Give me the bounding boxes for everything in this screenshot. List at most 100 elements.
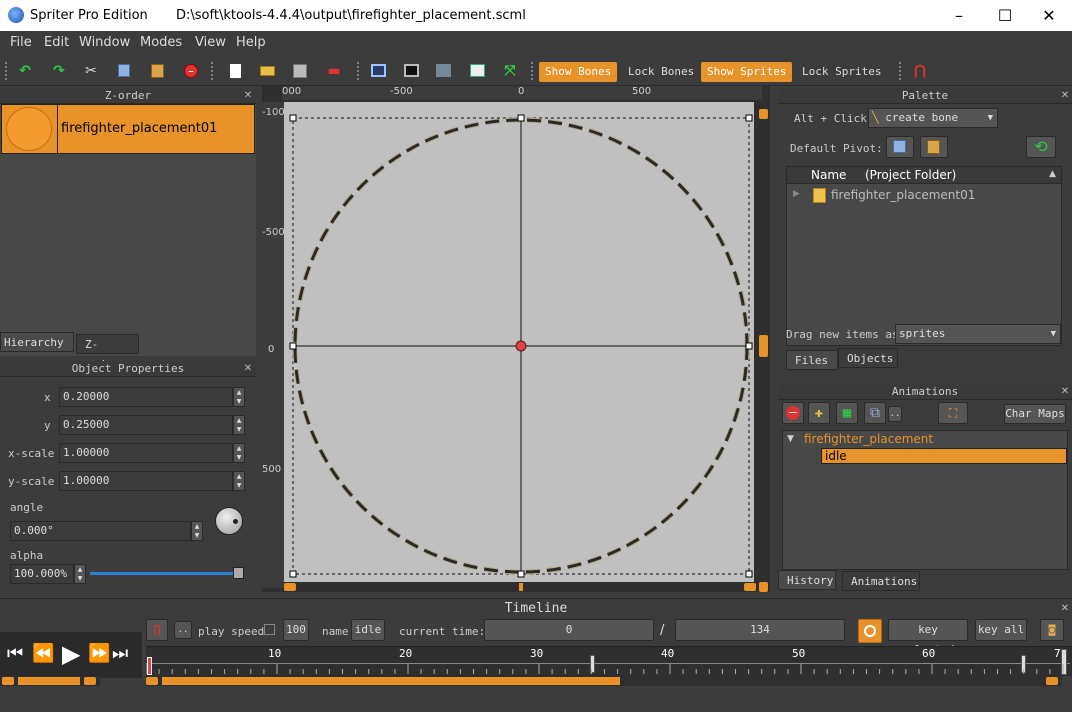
- delete-anim-icon[interactable]: –: [782, 402, 804, 424]
- current-time-field[interactable]: 0: [484, 619, 654, 641]
- skip-start-icon[interactable]: ⏮: [7, 643, 23, 664]
- yscale-spinner[interactable]: ▲ ▼: [233, 471, 245, 491]
- y-spinner[interactable]: ▲ ▼: [233, 415, 245, 435]
- menu-help[interactable]: Help: [236, 35, 266, 50]
- minimize-button[interactable]: –: [936, 0, 982, 31]
- new-file-icon[interactable]: [226, 61, 246, 81]
- transport-scrollbar[interactable]: [0, 676, 100, 686]
- scroll-thumb[interactable]: [759, 335, 768, 357]
- menu-edit[interactable]: Edit: [44, 35, 69, 50]
- close-panel-icon[interactable]: ✕: [1060, 91, 1070, 101]
- toolbar-grip[interactable]: [356, 61, 360, 81]
- zorder-item[interactable]: firefighter_placement01: [1, 104, 255, 154]
- new-entity-icon[interactable]: ✚: [808, 402, 830, 424]
- alpha-spinner[interactable]: ▲ ▼: [74, 564, 86, 584]
- cut-icon[interactable]: ✂: [81, 61, 101, 81]
- toolbar-grip[interactable]: [898, 61, 902, 81]
- col-name[interactable]: Name: [811, 168, 846, 182]
- key-icon[interactable]: [858, 619, 882, 643]
- angle-dial[interactable]: [215, 507, 243, 535]
- yscale-field[interactable]: 1.00000: [59, 471, 233, 491]
- scroll-right-button[interactable]: [84, 677, 96, 685]
- scroll-right-button[interactable]: [744, 583, 756, 591]
- alpha-field[interactable]: 100.000%: [10, 564, 74, 584]
- redo-icon[interactable]: ↷: [49, 61, 69, 81]
- alpha-slider-track[interactable]: [90, 572, 236, 575]
- lock-sprites-button[interactable]: Lock Sprites: [796, 62, 887, 82]
- canvas-vscrollbar[interactable]: [758, 102, 770, 592]
- x-field[interactable]: 0.20000: [59, 387, 233, 407]
- key-all-button[interactable]: key all: [975, 619, 1027, 641]
- skip-end-icon[interactable]: ⏭: [112, 643, 128, 664]
- window-icon[interactable]: [368, 61, 388, 81]
- duplicate-anim-icon[interactable]: ⧉: [864, 402, 886, 424]
- delete-icon[interactable]: –: [181, 61, 201, 81]
- play-icon[interactable]: ▶: [62, 640, 80, 668]
- magnet-icon[interactable]: ⋂: [910, 61, 930, 81]
- anim-name-field[interactable]: idle: [351, 619, 385, 641]
- fullscreen-icon[interactable]: [401, 61, 421, 81]
- char-maps-button[interactable]: Char Maps: [1004, 404, 1066, 424]
- menu-file[interactable]: File: [10, 35, 32, 50]
- refresh-icon[interactable]: ⟲: [1026, 136, 1056, 158]
- grid-icon[interactable]: [433, 61, 453, 81]
- y-field[interactable]: 0.25000: [59, 415, 233, 435]
- x-spinner[interactable]: ▲ ▼: [233, 387, 245, 407]
- tab-files[interactable]: Files: [786, 350, 838, 370]
- key-selected-button[interactable]: key selected: [888, 619, 968, 656]
- col-folder[interactable]: (Project Folder): [865, 168, 956, 182]
- undo-icon[interactable]: ↶: [15, 61, 35, 81]
- step-forward-icon[interactable]: ⏩: [88, 643, 110, 664]
- close-panel-icon[interactable]: ✕: [1060, 604, 1070, 614]
- xscale-field[interactable]: 1.00000: [59, 443, 233, 463]
- tab-animations[interactable]: Animations: [842, 571, 920, 591]
- tab-objects[interactable]: Objects: [838, 348, 898, 368]
- scroll-hthumb[interactable]: [519, 583, 523, 591]
- menu-modes[interactable]: Modes: [140, 35, 182, 50]
- scroll-thumb[interactable]: [162, 677, 620, 685]
- step-back-icon[interactable]: ⏪: [32, 643, 54, 664]
- save-as-icon[interactable]: ▬: [324, 61, 344, 81]
- copy-icon[interactable]: [115, 61, 135, 81]
- pivot-copy-icon[interactable]: [886, 136, 914, 158]
- close-panel-icon[interactable]: ✕: [243, 364, 253, 374]
- play-speed-checkbox[interactable]: [264, 624, 275, 635]
- more-button[interactable]: ..: [888, 406, 902, 422]
- scroll-left-button[interactable]: [146, 677, 158, 685]
- magnet-icon[interactable]: ⋂: [146, 619, 168, 641]
- more-button[interactable]: ..: [174, 621, 192, 639]
- screenshot-icon[interactable]: [467, 61, 487, 81]
- open-folder-icon[interactable]: [258, 61, 278, 81]
- xscale-spinner[interactable]: ▲ ▼: [233, 443, 245, 463]
- new-anim-icon[interactable]: ▦: [836, 402, 858, 424]
- alt-click-dropdown[interactable]: ╲ create bone ▼: [868, 108, 998, 128]
- scroll-left-button[interactable]: [2, 677, 14, 685]
- angle-field[interactable]: 0.000°: [10, 521, 191, 541]
- maximize-button[interactable]: ☐: [982, 0, 1028, 31]
- menu-window[interactable]: Window: [79, 35, 130, 50]
- tab-history[interactable]: History: [778, 570, 836, 590]
- collapse-arrow-icon[interactable]: ▼: [787, 434, 794, 444]
- close-button[interactable]: ✕: [1026, 0, 1072, 31]
- drag-as-dropdown[interactable]: sprites ▼: [895, 324, 1061, 344]
- canvas-hscrollbar[interactable]: [284, 582, 758, 592]
- toolbar-grip[interactable]: [4, 61, 8, 81]
- tab-zorder[interactable]: Z-order: [76, 334, 139, 371]
- timeline-settings-icon[interactable]: ◙: [1040, 619, 1064, 641]
- angle-spinner[interactable]: ▲ ▼: [191, 521, 203, 541]
- close-panel-icon[interactable]: ✕: [1060, 387, 1070, 397]
- scroll-thumb[interactable]: [18, 677, 80, 685]
- tab-hierarchy[interactable]: Hierarchy: [0, 332, 74, 352]
- scroll-left-button[interactable]: [284, 583, 296, 591]
- pivot-paste-icon[interactable]: [920, 136, 948, 158]
- menu-view[interactable]: View: [195, 35, 226, 50]
- play-speed-field[interactable]: 100: [283, 619, 309, 641]
- show-bones-button[interactable]: Show Bones: [539, 62, 618, 82]
- scroll-right-button[interactable]: [1046, 677, 1058, 685]
- fit-icon[interactable]: ⛶: [938, 402, 968, 424]
- fit-view-icon[interactable]: ⤧: [500, 61, 520, 81]
- scroll-up-button[interactable]: [759, 109, 768, 119]
- entity-label[interactable]: firefighter_placement: [804, 432, 933, 446]
- toolbar-grip[interactable]: [530, 61, 534, 81]
- paste-icon[interactable]: [148, 61, 168, 81]
